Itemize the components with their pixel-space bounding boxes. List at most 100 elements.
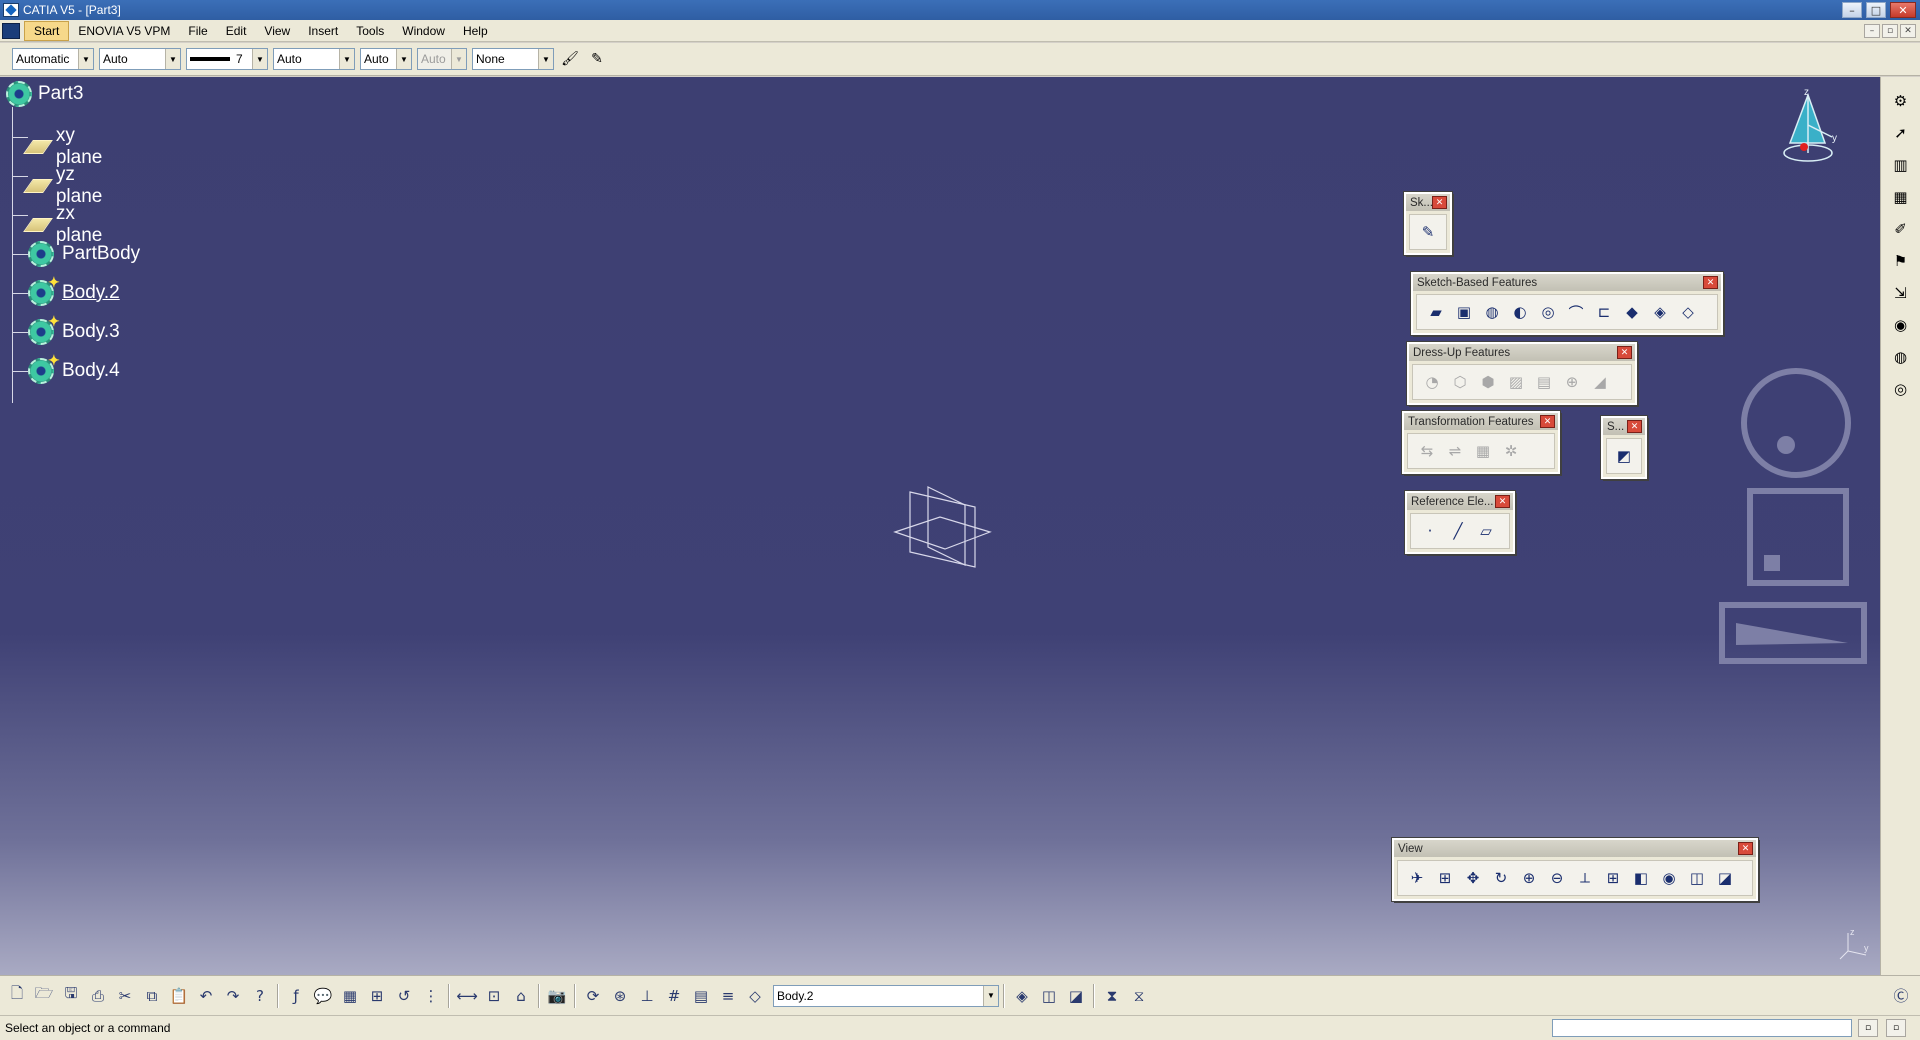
- hide-show-icon[interactable]: ◫: [1684, 866, 1710, 890]
- tree-node-partbody[interactable]: PartBody: [28, 241, 140, 267]
- close-icon[interactable]: ✕: [1617, 346, 1632, 359]
- normal-view-icon[interactable]: ⟂: [1572, 866, 1598, 890]
- window-close-button[interactable]: ✕: [1890, 2, 1916, 18]
- transformation-features-toolbar[interactable]: Transformation Features ✕ ⇆ ⇌ ▦ ✲: [1401, 410, 1561, 475]
- print-icon[interactable]: ⎙: [85, 983, 111, 1009]
- document-restore-button[interactable]: ▫: [1882, 23, 1898, 38]
- fly-mode-icon[interactable]: ✈: [1404, 866, 1430, 890]
- text-annotation-icon[interactable]: ✐: [1888, 217, 1914, 241]
- 3d-viewport[interactable]: Part3 xy plane yz plane zx plane PartBod…: [0, 77, 1880, 975]
- chevron-down-icon[interactable]: ▼: [983, 985, 998, 1006]
- measure-inertia-icon[interactable]: ⌂: [508, 983, 534, 1009]
- tree-node-body4[interactable]: ✦ Body.4: [28, 352, 120, 384]
- tree-node-body2[interactable]: ✦ Body.2: [28, 274, 120, 306]
- rib-icon[interactable]: ⌒: [1563, 300, 1589, 324]
- measure-between-icon[interactable]: ⟷: [454, 983, 480, 1009]
- menu-enovia[interactable]: ENOVIA V5 VPM: [69, 22, 179, 40]
- apply-material-icon[interactable]: ◉: [1888, 313, 1914, 337]
- help-icon[interactable]: ?: [247, 983, 273, 1009]
- redo-icon[interactable]: ↷: [220, 983, 246, 1009]
- open-icon[interactable]: 🗁: [31, 983, 57, 1009]
- point-icon[interactable]: ·: [1417, 519, 1443, 543]
- groove-icon[interactable]: ◐: [1507, 300, 1533, 324]
- formula-icon[interactable]: ƒ: [283, 983, 309, 1009]
- menu-file[interactable]: File: [179, 22, 216, 40]
- status-button-1[interactable]: ▫: [1858, 1019, 1878, 1037]
- filter-icon[interactable]: ▤: [688, 983, 714, 1009]
- plane-icon[interactable]: ▱: [1473, 519, 1499, 543]
- thickness-combo[interactable]: Auto ▼: [360, 48, 412, 70]
- workbench-icon[interactable]: ⧗: [1099, 983, 1125, 1009]
- hole-icon[interactable]: ◎: [1535, 300, 1561, 324]
- pan-icon[interactable]: ✥: [1460, 866, 1486, 890]
- split-icon[interactable]: ◩: [1613, 444, 1635, 468]
- tree-node-xy-plane[interactable]: xy plane: [23, 125, 109, 169]
- document-icon[interactable]: [2, 22, 20, 39]
- multi-view-icon[interactable]: ⊞: [1600, 866, 1626, 890]
- rendering-icon[interactable]: ◪: [1063, 983, 1089, 1009]
- flag-note-icon[interactable]: ⚑: [1888, 249, 1914, 273]
- linetype-combo[interactable]: Auto ▼: [273, 48, 355, 70]
- new-icon[interactable]: 🗋: [4, 983, 30, 1009]
- transparency-combo[interactable]: Auto ▼: [99, 48, 181, 70]
- design-table-icon[interactable]: ▦: [337, 983, 363, 1009]
- fit-all-in-icon[interactable]: ⊞: [1432, 866, 1458, 890]
- origin-planes-graphic[interactable]: [890, 477, 1000, 577]
- update-icon[interactable]: ↺: [391, 983, 417, 1009]
- menu-help[interactable]: Help: [454, 22, 497, 40]
- menu-view[interactable]: View: [255, 22, 299, 40]
- fly-icon[interactable]: ⟳: [580, 983, 606, 1009]
- status-button-2[interactable]: ▫: [1886, 1019, 1906, 1037]
- body-icon[interactable]: ◇: [742, 983, 768, 1009]
- rotate-icon[interactable]: ↻: [1488, 866, 1514, 890]
- undo-icon[interactable]: ↶: [193, 983, 219, 1009]
- sketch-icon[interactable]: ✎: [1416, 220, 1440, 244]
- close-icon[interactable]: ✕: [1738, 842, 1753, 855]
- swap-visible-space-icon[interactable]: ◪: [1712, 866, 1738, 890]
- close-icon[interactable]: ✕: [1495, 495, 1510, 508]
- chevron-down-icon[interactable]: ▼: [165, 49, 180, 69]
- switch-workbench-icon[interactable]: ⧖: [1126, 983, 1152, 1009]
- color-combo[interactable]: Automatic ▼: [12, 48, 94, 70]
- power-input-field[interactable]: [1552, 1019, 1852, 1037]
- measure-icon[interactable]: ⇲: [1888, 281, 1914, 305]
- pad-icon[interactable]: ▰: [1423, 300, 1449, 324]
- line-weight-combo[interactable]: 7 ▼: [186, 48, 268, 70]
- analysis-icon[interactable]: ◫: [1036, 983, 1062, 1009]
- boolean-operations-icon[interactable]: ◍: [1888, 345, 1914, 369]
- dress-up-features-toolbar[interactable]: Dress-Up Features ✕ ◔ ⬡ ⬢ ▨ ▤ ⊕ ◢: [1406, 341, 1638, 406]
- close-icon[interactable]: ✕: [1627, 420, 1642, 433]
- line-icon[interactable]: ╱: [1445, 519, 1471, 543]
- removed-multi-section-icon[interactable]: ◇: [1675, 300, 1701, 324]
- layers-icon[interactable]: ≡: [715, 983, 741, 1009]
- layer-combo[interactable]: None ▼: [472, 48, 554, 70]
- surface-based-toolbar[interactable]: S... ✕ ◩: [1600, 415, 1648, 480]
- shaft-icon[interactable]: ◍: [1479, 300, 1505, 324]
- menu-insert[interactable]: Insert: [299, 22, 347, 40]
- gear-icon[interactable]: ⚙: [1888, 89, 1914, 113]
- walk-icon[interactable]: ⊛: [607, 983, 633, 1009]
- close-icon[interactable]: ✕: [1432, 196, 1447, 209]
- constraint-icon[interactable]: ▦: [1888, 185, 1914, 209]
- sketch-analysis-icon[interactable]: ▥: [1888, 153, 1914, 177]
- menu-tools[interactable]: Tools: [347, 22, 393, 40]
- multi-section-solid-icon[interactable]: ◈: [1647, 300, 1673, 324]
- capture-icon[interactable]: 📷: [544, 983, 570, 1009]
- window-minimize-button[interactable]: –: [1842, 2, 1862, 18]
- sketcher-toolbar[interactable]: Sk... ✕ ✎: [1403, 191, 1453, 256]
- tree-expand-icon[interactable]: ⋮: [418, 983, 444, 1009]
- chevron-down-icon[interactable]: ▼: [252, 49, 267, 69]
- menu-edit[interactable]: Edit: [217, 22, 256, 40]
- chevron-down-icon[interactable]: ▼: [78, 49, 93, 69]
- stiffener-icon[interactable]: ◆: [1619, 300, 1645, 324]
- apply-material-icon[interactable]: ◈: [1009, 983, 1035, 1009]
- chevron-down-icon[interactable]: ▼: [538, 49, 553, 69]
- measure-item-icon[interactable]: ⊡: [481, 983, 507, 1009]
- tree-root-part3[interactable]: Part3: [6, 81, 83, 107]
- axis-system-icon[interactable]: ⊥: [634, 983, 660, 1009]
- catalog-icon[interactable]: ⊞: [364, 983, 390, 1009]
- painter-icon[interactable]: 🖌: [559, 48, 581, 70]
- window-maximize-button[interactable]: □: [1866, 2, 1886, 18]
- select-arrow-icon[interactable]: ➚: [1888, 121, 1914, 145]
- reference-elements-toolbar[interactable]: Reference Ele... ✕ · ╱ ▱: [1404, 490, 1516, 555]
